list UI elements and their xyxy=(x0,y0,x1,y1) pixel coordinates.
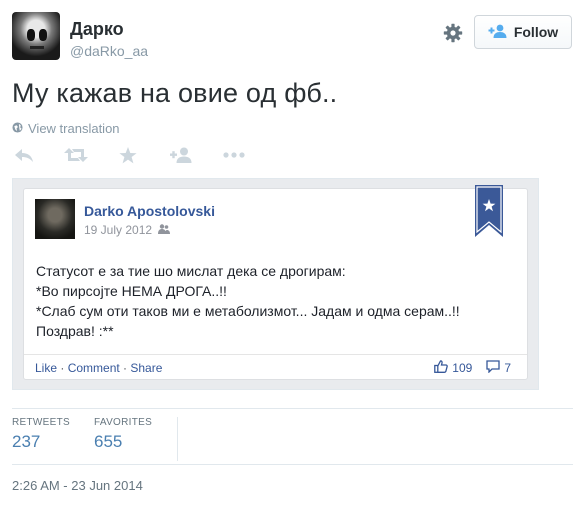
view-translation-label: View translation xyxy=(28,121,120,136)
fb-post-footer: Like · Comment · Share 109 7 xyxy=(24,354,527,380)
fb-author-avatar[interactable] xyxy=(35,199,75,239)
fb-date-text: 19 July 2012 xyxy=(84,223,153,237)
avatar[interactable] xyxy=(12,12,60,60)
avatar-mouth xyxy=(30,46,44,49)
divider xyxy=(12,408,573,409)
retweets-stat[interactable]: RETWEETS 237 xyxy=(12,417,70,452)
favorites-count: 655 xyxy=(94,432,123,451)
favorite-icon[interactable] xyxy=(117,144,139,166)
fb-separator: · xyxy=(57,361,68,375)
fb-comment-count[interactable]: 7 xyxy=(504,361,511,375)
thumbs-up-icon[interactable] xyxy=(434,360,449,376)
user-screen-name[interactable]: @daRko_aa xyxy=(70,43,148,59)
fb-post-line: *Слаб сум оти таков ми е метаболизмот...… xyxy=(36,303,460,319)
facebook-post: Darko Apostolovski 19 July 2012 Статусот… xyxy=(23,185,528,380)
fb-like-link[interactable]: Like xyxy=(35,361,57,375)
fb-share-link[interactable]: Share xyxy=(130,361,162,375)
fb-action-links: Like · Comment · Share xyxy=(35,361,162,375)
user-fullname[interactable]: Дарко xyxy=(70,19,124,40)
follow-button[interactable]: Follow xyxy=(474,15,572,49)
tweet-header: Дарко @daRko_aa Follow xyxy=(12,12,573,64)
follow-label: Follow xyxy=(513,24,559,40)
view-translation-link[interactable]: View translation xyxy=(12,121,120,136)
embedded-media[interactable]: Darko Apostolovski 19 July 2012 Статусот… xyxy=(12,178,539,390)
favorites-stat[interactable]: FAVORITES 655 xyxy=(94,417,152,452)
fb-like-count[interactable]: 109 xyxy=(452,361,472,375)
reply-icon[interactable] xyxy=(12,144,36,166)
fb-post-body: Статусот е за тие шо мислат дека се дрог… xyxy=(36,261,506,341)
tweet-actions xyxy=(12,144,252,166)
fb-author-name[interactable]: Darko Apostolovski xyxy=(84,203,215,219)
fb-comment-link[interactable]: Comment xyxy=(68,361,120,375)
follow-icon[interactable] xyxy=(169,144,193,166)
follow-icon xyxy=(488,24,508,41)
avatar-eye xyxy=(27,29,35,41)
divider xyxy=(12,464,573,465)
gear-icon[interactable] xyxy=(442,22,464,44)
friends-icon xyxy=(158,223,171,237)
fb-separator: · xyxy=(119,361,131,375)
retweets-count: 237 xyxy=(12,432,41,451)
stats-separator xyxy=(177,417,178,461)
tweet-text: Му кажав на овие од фб.. xyxy=(12,78,338,108)
tweet-stats: RETWEETS 237 FAVORITES 655 xyxy=(12,417,412,461)
favorites-label: FAVORITES xyxy=(94,417,153,428)
tweet-timestamp[interactable]: 2:26 AM - 23 Jun 2014 xyxy=(12,478,143,493)
fb-post-date: 19 July 2012 xyxy=(84,223,171,237)
bookmark-ribbon-icon xyxy=(475,185,503,237)
fb-post-line: Поздрав! :** xyxy=(36,323,114,339)
more-icon[interactable] xyxy=(222,144,246,166)
retweet-icon[interactable] xyxy=(64,144,88,166)
globe-icon xyxy=(12,121,23,136)
fb-counts: 109 7 xyxy=(434,360,511,376)
avatar-eye xyxy=(39,29,47,41)
fb-post-line: *Во пирсојте НЕМА ДРОГА..!! xyxy=(36,283,227,299)
comment-bubble-icon[interactable] xyxy=(486,360,500,376)
fb-post-line: Статусот е за тие шо мислат дека се дрог… xyxy=(36,263,346,279)
retweets-label: RETWEETS xyxy=(12,417,70,428)
